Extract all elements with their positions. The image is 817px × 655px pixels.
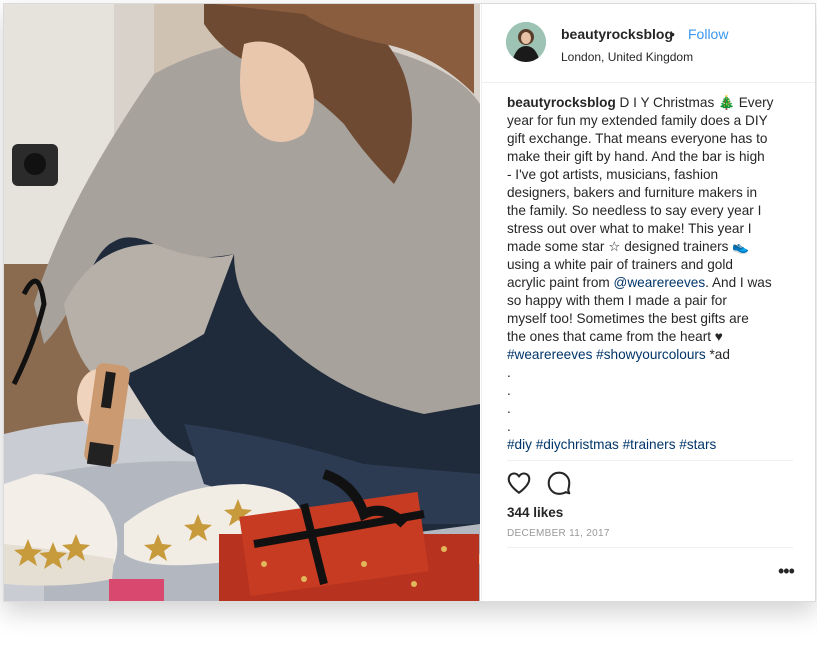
hashtag-link[interactable]: #diy bbox=[507, 437, 532, 452]
caption: beautyrocksblog D I Y Christmas 🎄 Every … bbox=[507, 94, 793, 454]
post-photo[interactable] bbox=[4, 4, 480, 601]
username[interactable]: beautyrocksblog bbox=[561, 26, 673, 42]
caption-text: acrylic paint from bbox=[507, 275, 614, 290]
follow-button[interactable]: Follow bbox=[688, 26, 728, 42]
caption-line: made some star ☆ designed trainers 👟 bbox=[507, 239, 750, 254]
caption-line: using a white pair of trainers and gold bbox=[507, 257, 733, 272]
caption-line: myself too! Sometimes the best gifts are bbox=[507, 311, 749, 326]
caption-line: so happy with them I made a pair for bbox=[507, 293, 727, 308]
post-sidebar: beautyrocksblog • Follow London, United … bbox=[481, 4, 815, 601]
post-card: beautyrocksblog • Follow London, United … bbox=[3, 3, 816, 602]
caption-line: year for fun my extended family does a D… bbox=[507, 113, 768, 128]
post-photo-illustration bbox=[4, 4, 480, 601]
caption-line: acrylic paint from @wearereeves. And I w… bbox=[507, 274, 793, 292]
avatar[interactable] bbox=[506, 22, 546, 62]
hashtag-link[interactable]: #stars bbox=[679, 437, 716, 452]
caption-line: the family. So needless to say every yea… bbox=[507, 203, 762, 218]
caption-line: . bbox=[507, 401, 511, 416]
caption-line: #diy #diychristmas #trainers #stars bbox=[507, 436, 793, 454]
caption-text: D I Y Christmas 🎄 Every bbox=[615, 95, 774, 110]
caption-line: . bbox=[507, 365, 511, 380]
caption-line: designers, bakers and furniture makers i… bbox=[507, 185, 758, 200]
mention-link[interactable]: @wearereeves bbox=[614, 275, 706, 290]
caption-username[interactable]: beautyrocksblog bbox=[507, 95, 616, 110]
separator-dot: • bbox=[670, 26, 675, 42]
divider bbox=[507, 460, 793, 461]
post-header: beautyrocksblog • Follow London, United … bbox=[482, 4, 815, 83]
hashtag-link[interactable]: #diychristmas bbox=[536, 437, 619, 452]
caption-line: make their gift by hand. And the bar is … bbox=[507, 149, 765, 164]
caption-text: *ad bbox=[705, 347, 730, 362]
post-date[interactable]: DECEMBER 11, 2017 bbox=[507, 528, 610, 539]
hashtag-link[interactable]: #trainers bbox=[623, 437, 676, 452]
divider bbox=[507, 547, 793, 548]
avatar-image bbox=[506, 22, 546, 62]
comment-icon[interactable] bbox=[546, 470, 572, 496]
caption-line: gift exchange. That means everyone has t… bbox=[507, 131, 768, 146]
caption-line: . bbox=[507, 383, 511, 398]
caption-line: beautyrocksblog D I Y Christmas 🎄 Every bbox=[507, 94, 793, 112]
more-options-icon[interactable]: ••• bbox=[778, 562, 795, 580]
hashtag-link[interactable]: #showyourcolours bbox=[596, 347, 706, 362]
caption-line: the ones that came from the heart ♥ bbox=[507, 329, 723, 344]
caption-line: #wearereeves #showyourcolours *ad bbox=[507, 346, 793, 364]
location[interactable]: London, United Kingdom bbox=[561, 50, 693, 64]
caption-text: . And I was bbox=[705, 275, 772, 290]
caption-line: stress out over what to make! This year … bbox=[507, 221, 752, 236]
caption-line: . bbox=[507, 419, 511, 434]
caption-line: - I've got artists, musicians, fashion bbox=[507, 167, 719, 182]
hashtag-link[interactable]: #wearereeves bbox=[507, 347, 592, 362]
likes-count[interactable]: 344 likes bbox=[507, 505, 563, 520]
heart-icon[interactable] bbox=[506, 470, 532, 496]
